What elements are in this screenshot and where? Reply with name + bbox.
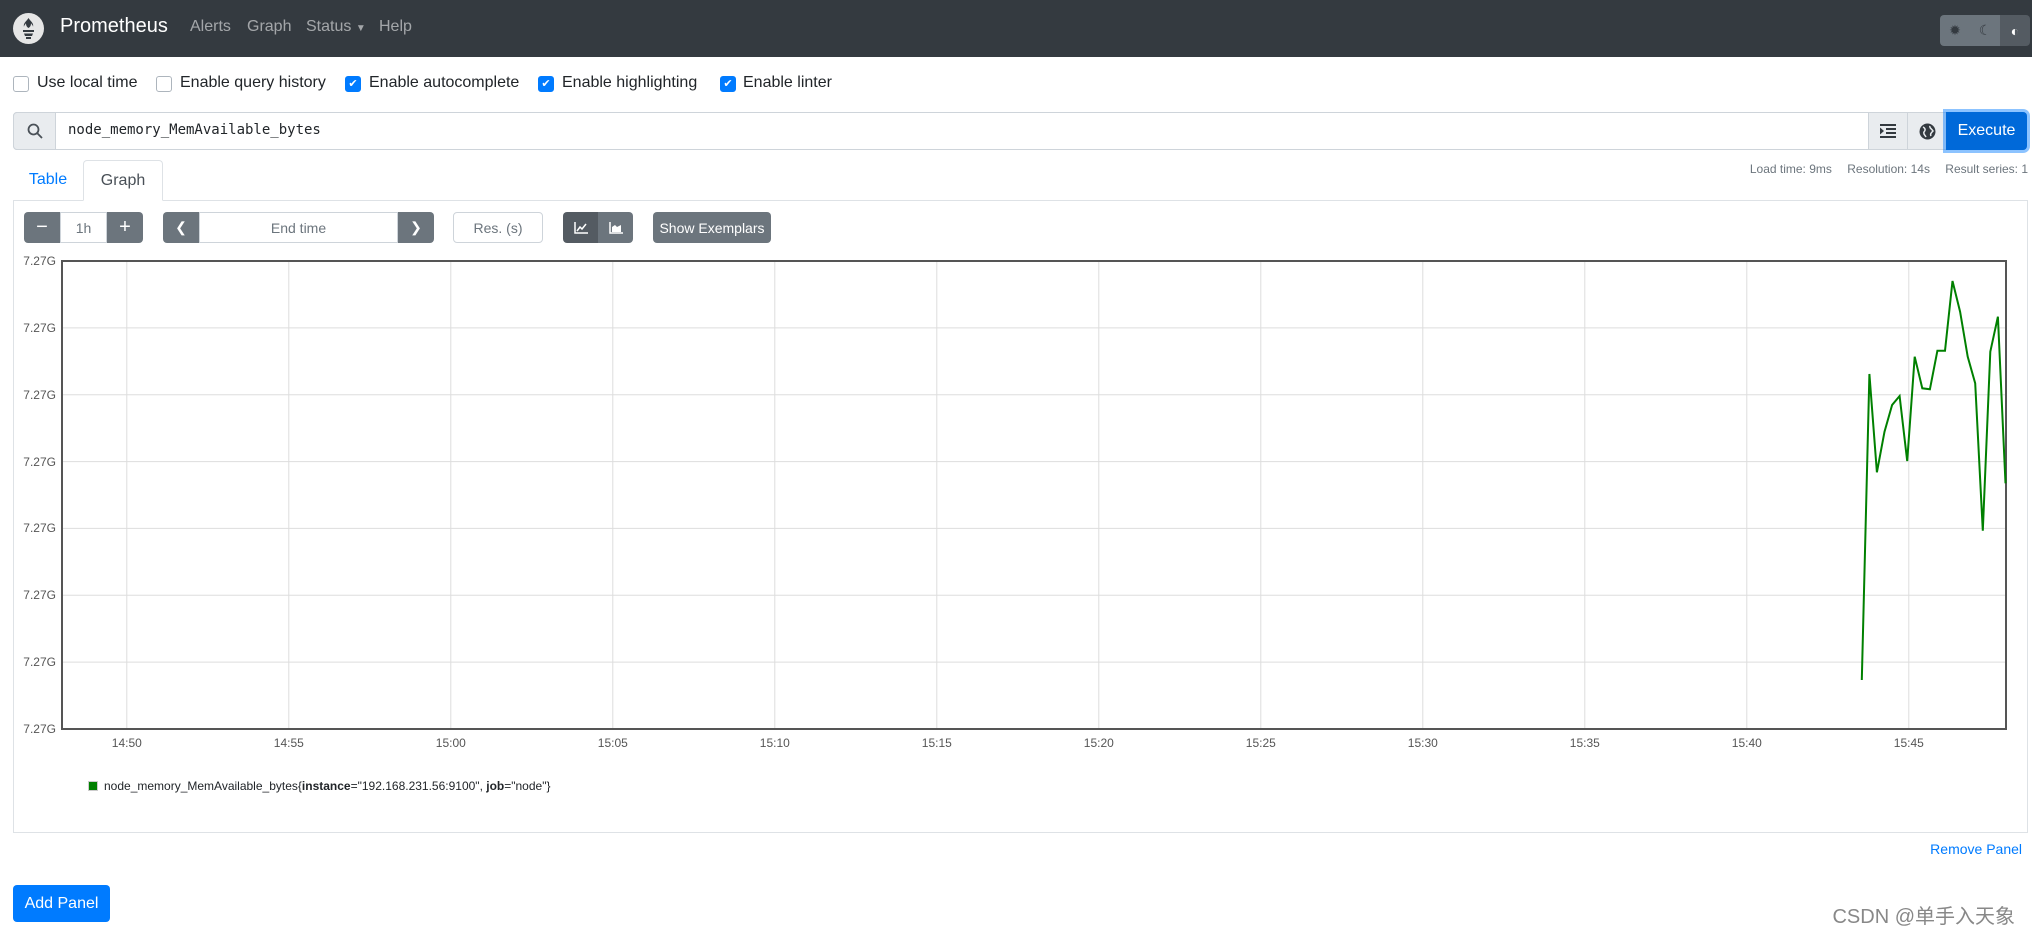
x-tick-label: 15:25 (1245, 736, 1276, 750)
y-tick-label: 7.27G (23, 655, 56, 670)
y-tick-label: 7.27G (23, 320, 56, 335)
y-tick-label: 7.27G (23, 254, 56, 268)
legend-metric: node_memory_MemAvailable_bytes (104, 779, 298, 793)
x-tick-label: 15:10 (759, 736, 790, 750)
y-tick-label: 7.27G (23, 588, 56, 603)
legend-label-value: ="node" (504, 779, 547, 793)
graph-chart (61, 260, 2007, 730)
legend-brace: } (546, 779, 551, 793)
legend-label-value: ="192.168.231.56:9100", (350, 779, 487, 793)
x-tick-label: 15:05 (597, 736, 628, 750)
series-line (1860, 280, 2007, 681)
legend-item[interactable]: node_memory_MemAvailable_bytes{instance=… (88, 779, 550, 793)
x-tick-label: 15:40 (1731, 736, 1762, 750)
plot-border (61, 260, 2007, 730)
x-tick-label: 15:35 (1569, 736, 1600, 750)
x-tick-label: 15:20 (1083, 736, 1114, 750)
tab-graph[interactable]: Graph (83, 160, 163, 201)
remove-panel-link[interactable]: Remove Panel (1930, 841, 2022, 857)
x-tick-label: 14:55 (273, 736, 304, 750)
watermark: CSDN @单手入天象 (1832, 906, 2015, 928)
legend-label-key: job (486, 779, 505, 793)
x-tick-label: 14:50 (111, 736, 142, 750)
x-tick-label: 15:00 (435, 736, 466, 750)
add-panel-button[interactable]: Add Panel (13, 885, 110, 922)
x-tick-label: 15:15 (921, 736, 952, 750)
y-tick-label: 7.27G (23, 521, 56, 536)
legend-swatch (88, 781, 98, 791)
x-tick-label: 15:30 (1407, 736, 1438, 750)
y-tick-label: 7.27G (23, 454, 56, 469)
y-tick-label: 7.27G (23, 722, 56, 736)
y-tick-label: 7.27G (23, 387, 56, 402)
legend-label-key: instance (301, 779, 351, 793)
x-tick-label: 15:45 (1893, 736, 1924, 750)
